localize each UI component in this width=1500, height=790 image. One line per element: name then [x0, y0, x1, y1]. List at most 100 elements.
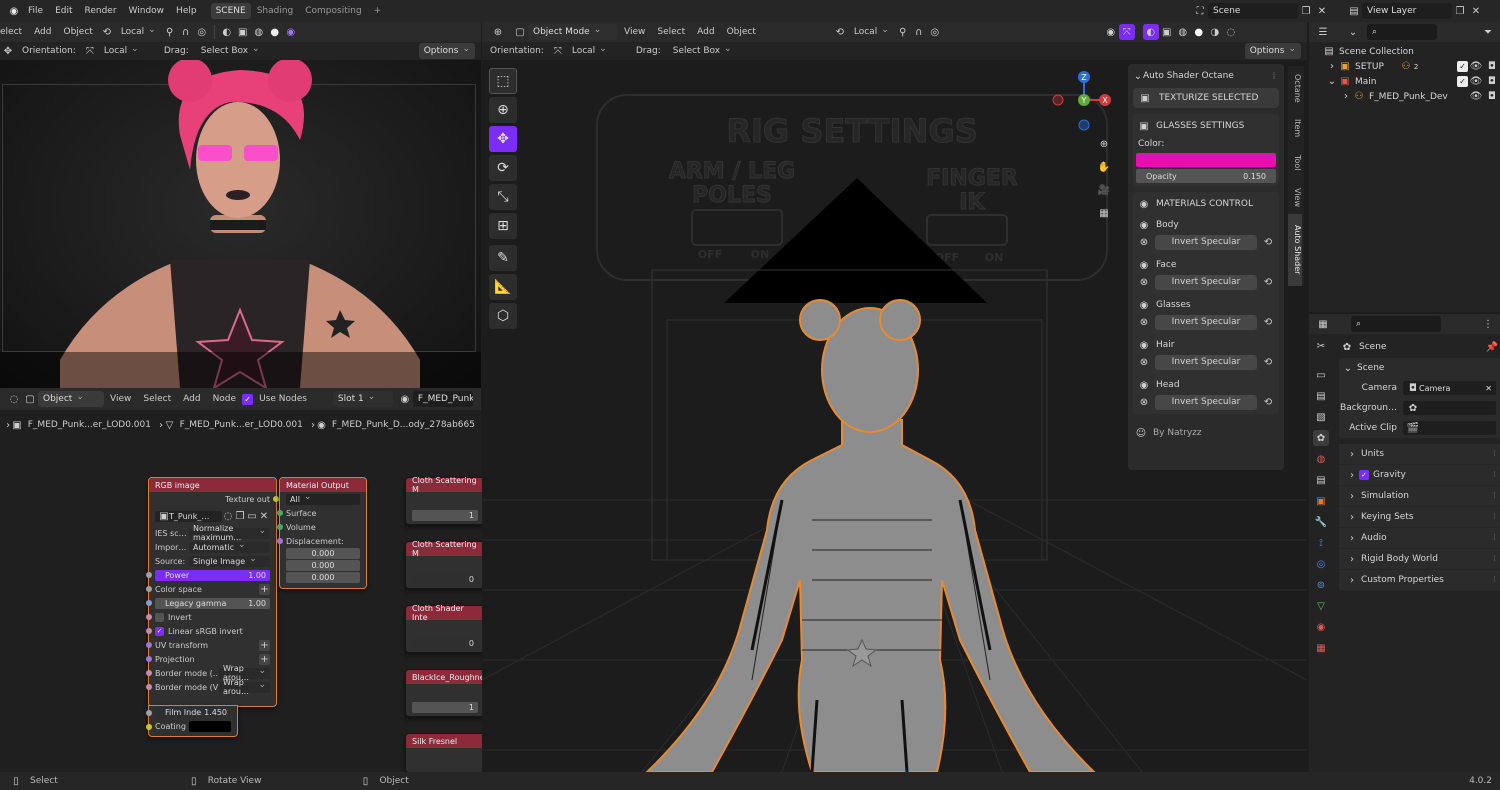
visibility-icon[interactable]: ◉: [1103, 24, 1119, 40]
panel-audio[interactable]: › Audio ⁞: [1339, 528, 1500, 549]
copy-scene-icon[interactable]: ❐: [1298, 3, 1314, 19]
camera-selector[interactable]: ◘ Camera ✕: [1403, 381, 1496, 395]
close-circle-icon[interactable]: ⊗: [1136, 314, 1152, 330]
add-workspace-button[interactable]: +: [368, 6, 388, 16]
gravity-checkbox[interactable]: ✓: [1359, 470, 1369, 480]
tab-tool[interactable]: Tool: [1288, 146, 1302, 180]
add-icon[interactable]: +: [259, 653, 270, 665]
panel-gravity[interactable]: › ✓ Gravity ⁞: [1339, 465, 1500, 486]
add-cube-tool[interactable]: ⬡: [489, 303, 517, 329]
power-slider[interactable]: Power 1.00: [155, 569, 270, 581]
node-value-field[interactable]: 0: [412, 637, 478, 649]
close-circle-icon[interactable]: ⊗: [1136, 234, 1152, 250]
move-tool[interactable]: ✥: [489, 126, 517, 152]
workspace-tab-shading[interactable]: Shading: [251, 6, 300, 16]
expand-arrow-icon[interactable]: ⌄: [1343, 360, 1353, 376]
snap-icon[interactable]: ⚲: [162, 24, 178, 40]
snap-icon[interactable]: ⚲: [895, 24, 911, 40]
viewport-menu-select[interactable]: Select: [651, 27, 691, 37]
node-value-field[interactable]: 1: [412, 509, 478, 521]
measure-tool[interactable]: 📐: [489, 274, 517, 300]
close-circle-icon[interactable]: ⊗: [1136, 354, 1152, 370]
viewport-orientation-selector[interactable]: Local: [566, 46, 630, 56]
eye-icon[interactable]: 👁: [1468, 89, 1484, 105]
image-selector[interactable]: ▣ T_Punk_…: [155, 510, 222, 522]
xray-icon[interactable]: ▣: [1159, 24, 1175, 40]
scene-icon[interactable]: ⛶: [1192, 3, 1208, 19]
viewport-menu-object[interactable]: Object: [721, 27, 762, 37]
xray-icon[interactable]: ▣: [235, 24, 251, 40]
menu-help[interactable]: Help: [170, 6, 203, 16]
modifier-tab-icon[interactable]: 🔧: [1313, 514, 1329, 530]
invert-checkbox[interactable]: [155, 612, 164, 622]
import-selector[interactable]: Automatic: [189, 541, 270, 553]
panel-keying-sets[interactable]: › Keying Sets ⁞: [1339, 507, 1500, 528]
outliner-row-setup[interactable]: › ▣ SETUP ⚇ 2 ✓ 👁 ◘: [1309, 59, 1500, 74]
viewport-menu-view[interactable]: View: [618, 27, 651, 37]
left-menu-select[interactable]: elect: [0, 27, 28, 37]
navigation-gizmo[interactable]: Z X Y: [1052, 68, 1112, 133]
wireframe-shading-icon[interactable]: ◍: [251, 24, 267, 40]
displacement-value-z[interactable]: 0.000: [286, 572, 360, 583]
invert-specular-button[interactable]: Invert Specular: [1155, 234, 1257, 250]
menu-edit[interactable]: Edit: [49, 6, 78, 16]
viewport-drag-selector[interactable]: Select Box: [667, 46, 738, 56]
close-view-layer-icon[interactable]: ✕: [1468, 3, 1484, 19]
drag-handle-icon[interactable]: ⁞: [1269, 68, 1279, 84]
source-selector[interactable]: Single Image: [189, 555, 270, 567]
object-tab-icon[interactable]: ▣: [1313, 493, 1329, 509]
options-icon[interactable]: ⋮: [1480, 316, 1496, 332]
render-tab-icon[interactable]: ▭: [1313, 367, 1329, 383]
eye-icon[interactable]: 👁: [1468, 74, 1484, 90]
copy-icon[interactable]: ❐: [234, 508, 246, 524]
rotate-tool[interactable]: ⟳: [489, 155, 517, 181]
invert-specular-button[interactable]: Invert Specular: [1155, 314, 1257, 330]
cloth-shader-node[interactable]: Cloth Shader Inte 0: [405, 604, 485, 653]
panel-units[interactable]: › Units ⁞: [1339, 444, 1500, 465]
filter-icon[interactable]: ⌄: [1345, 24, 1361, 40]
checkbox-icon[interactable]: ✓: [1457, 76, 1468, 87]
tab-auto-shader[interactable]: Auto Shader: [1288, 214, 1302, 286]
left-orientation-selector[interactable]: Local: [98, 46, 158, 56]
checkbox-icon[interactable]: ✓: [1457, 61, 1468, 72]
border-u-selector[interactable]: Wrap arou…: [219, 664, 270, 682]
left-options-button[interactable]: Options: [418, 43, 475, 59]
camera-view-icon[interactable]: 🎥: [1096, 182, 1112, 198]
rendered-shading-icon[interactable]: ◉: [283, 24, 299, 40]
expand-arrow-icon[interactable]: ⌄: [1327, 74, 1337, 90]
border-v-selector[interactable]: Wrap arou…: [219, 678, 270, 696]
background-selector[interactable]: ✿: [1403, 401, 1496, 415]
output-tab-icon[interactable]: ▤: [1313, 388, 1329, 404]
tab-view[interactable]: View: [1288, 180, 1302, 214]
magnet-icon[interactable]: ∩: [911, 24, 927, 40]
close-scene-icon[interactable]: ✕: [1314, 3, 1330, 19]
expand-arrow-icon[interactable]: ›: [1341, 89, 1351, 105]
view-layer-icon[interactable]: ▤: [1346, 3, 1362, 19]
cloth-scattering-node-1[interactable]: Cloth Scattering M 1: [405, 476, 485, 525]
linear-srgb-checkbox[interactable]: ✓: [155, 626, 164, 636]
left-menu-object[interactable]: Object: [58, 27, 99, 37]
left-drag-selector[interactable]: Select Box: [195, 46, 266, 56]
wireframe-shading-icon[interactable]: ◍: [1175, 24, 1191, 40]
outliner-search-input[interactable]: ⌕: [1367, 24, 1437, 40]
solid-shading-icon[interactable]: ●: [267, 24, 283, 40]
camera-icon[interactable]: ◘: [1484, 74, 1500, 90]
close-circle-icon[interactable]: ⊗: [1136, 394, 1152, 410]
tab-octane[interactable]: Octane: [1288, 66, 1302, 110]
refresh-icon[interactable]: ⟲: [1260, 394, 1276, 410]
menu-window[interactable]: Window: [123, 6, 171, 16]
workspace-tab-scene[interactable]: SCENE: [210, 3, 251, 19]
displacement-value-x[interactable]: 0.000: [286, 548, 360, 559]
film-index-node[interactable]: Film Inde 1.450 Coating: [146, 705, 238, 737]
editor-type-icon[interactable]: ⊕: [490, 24, 506, 40]
overlay-icon[interactable]: ◐: [1142, 24, 1159, 40]
scene-tab-icon[interactable]: ✿: [1313, 430, 1329, 446]
outliner-row-scene-collection[interactable]: ▤ Scene Collection: [1309, 44, 1500, 59]
funnel-icon[interactable]: ⏷: [1480, 24, 1496, 40]
copy-view-layer-icon[interactable]: ❐: [1452, 3, 1468, 19]
cloth-scattering-node-2[interactable]: Cloth Scattering M 0: [405, 540, 485, 589]
overlay-icon[interactable]: ◐: [219, 24, 235, 40]
perspective-grid-icon[interactable]: ▦: [1096, 205, 1112, 221]
object-mode-selector[interactable]: Object Mode: [528, 24, 618, 40]
view-layer-tab-icon[interactable]: ▧: [1313, 409, 1329, 425]
